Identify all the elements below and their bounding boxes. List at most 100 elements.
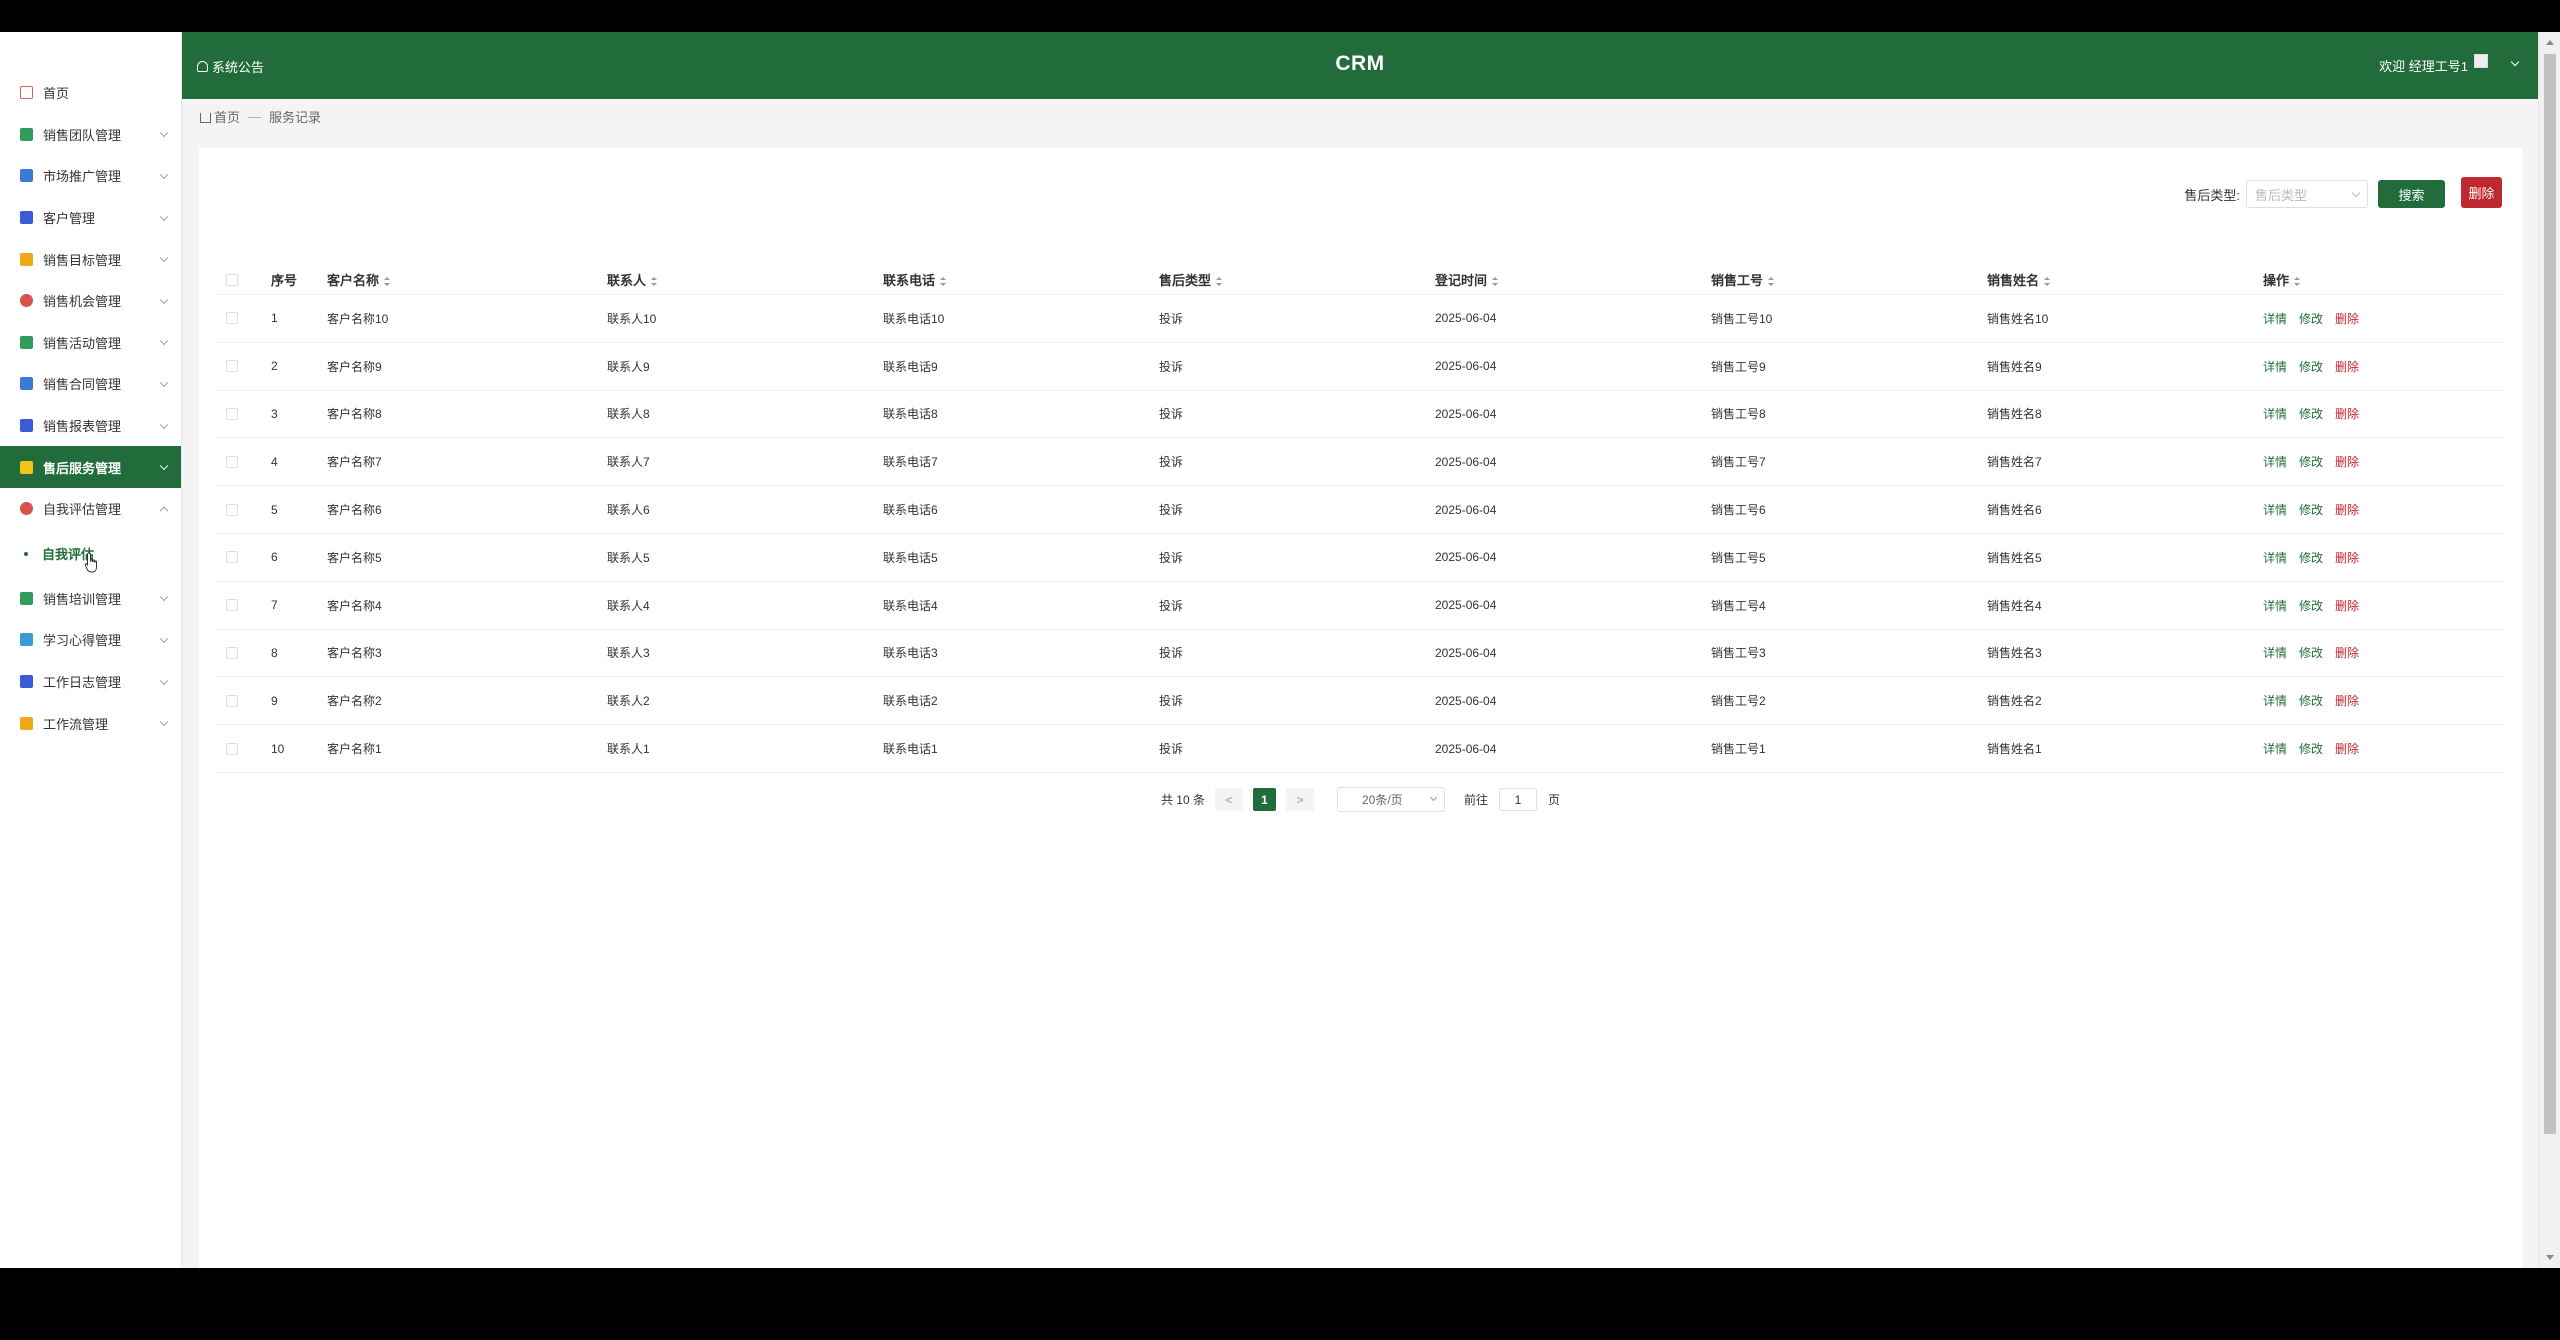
sort-icon[interactable]	[2294, 277, 2301, 286]
sidebar-item-customer[interactable]: 客户管理	[0, 197, 181, 239]
page-size-select[interactable]: 20条/页	[1337, 787, 1445, 812]
sidebar-item-promotion[interactable]: 市场推广管理	[0, 155, 181, 197]
edit-link[interactable]: 修改	[2299, 646, 2323, 660]
select-all-checkbox[interactable]	[226, 273, 238, 286]
chevron-down-icon	[159, 634, 169, 643]
sort-icon[interactable]	[384, 277, 391, 286]
delete-link[interactable]: 删除	[2335, 312, 2359, 326]
contact-phone-cell: 联系电话8	[883, 407, 938, 422]
detail-link[interactable]: 详情	[2263, 455, 2287, 469]
service-type-select[interactable]: 售后类型	[2246, 180, 2368, 208]
detail-link[interactable]: 详情	[2263, 503, 2287, 517]
report-icon	[20, 419, 33, 433]
row-checkbox[interactable]	[226, 503, 238, 516]
actions-cell: 详情 修改 删除	[2263, 453, 2423, 470]
edit-link[interactable]: 修改	[2299, 694, 2323, 708]
edit-link[interactable]: 修改	[2299, 312, 2323, 326]
row-index-cell: 2	[271, 359, 278, 374]
sidebar-item-home[interactable]: 首页	[0, 72, 181, 114]
sidebar-item-after-sales-service[interactable]: 售后服务管理	[0, 446, 181, 488]
column-header[interactable]: 客户名称	[327, 270, 607, 289]
row-checkbox[interactable]	[226, 360, 238, 373]
column-header[interactable]: 销售工号	[1711, 270, 1987, 289]
edit-link[interactable]: 修改	[2299, 455, 2323, 469]
contact-cell: 联系人6	[607, 503, 650, 518]
edit-link[interactable]: 修改	[2299, 360, 2323, 374]
goto-page-input[interactable]	[1499, 788, 1538, 811]
column-header[interactable]: 售后类型	[1159, 270, 1435, 289]
sidebar-item-work-log[interactable]: 工作日志管理	[0, 661, 181, 703]
page-button-current[interactable]: 1	[1253, 788, 1276, 811]
row-checkbox[interactable]	[226, 551, 238, 564]
prev-page-button[interactable]: <	[1215, 788, 1243, 811]
delete-link[interactable]: 删除	[2335, 646, 2359, 660]
sort-icon[interactable]	[651, 277, 658, 286]
detail-link[interactable]: 详情	[2263, 407, 2287, 421]
delete-link[interactable]: 删除	[2335, 360, 2359, 374]
sidebar-item-sales-report[interactable]: 销售报表管理	[0, 405, 181, 447]
page-scrollbar[interactable]	[2538, 32, 2560, 1268]
detail-link[interactable]: 详情	[2263, 551, 2287, 565]
sidebar-item-sales-target[interactable]: 销售目标管理	[0, 238, 181, 280]
sidebar-item-workflow[interactable]: 工作流管理	[0, 702, 181, 744]
column-header[interactable]: 联系人	[607, 270, 883, 289]
column-header[interactable]: 销售姓名	[1987, 270, 2263, 289]
delete-button[interactable]: 删除	[2461, 176, 2502, 208]
edit-link[interactable]: 修改	[2299, 503, 2323, 517]
delete-link[interactable]: 删除	[2335, 742, 2359, 756]
sidebar-item-sales-training[interactable]: 销售培训管理	[0, 578, 181, 620]
user-menu[interactable]: 欢迎 经理工号1	[2379, 53, 2520, 75]
sidebar-item-learning-notes[interactable]: 学习心得管理	[0, 619, 181, 661]
edit-link[interactable]: 修改	[2299, 742, 2323, 756]
edit-link[interactable]: 修改	[2299, 407, 2323, 421]
sidebar-item-sales-activity[interactable]: 销售活动管理	[0, 322, 181, 364]
detail-link[interactable]: 详情	[2263, 312, 2287, 326]
detail-link[interactable]: 详情	[2263, 742, 2287, 756]
delete-link[interactable]: 删除	[2335, 599, 2359, 613]
sidebar-item-self-evaluation[interactable]: 自我评估管理	[0, 488, 181, 530]
sort-icon[interactable]	[1768, 277, 1775, 286]
app-title: CRM	[1335, 52, 1385, 75]
sidebar-item-opportunity[interactable]: 销售机会管理	[0, 280, 181, 322]
row-index-cell: 5	[271, 502, 278, 517]
detail-link[interactable]: 详情	[2263, 599, 2287, 613]
sort-icon[interactable]	[2044, 277, 2051, 286]
breadcrumb-home[interactable]: 首页	[214, 107, 240, 126]
next-page-button[interactable]: >	[1286, 788, 1314, 811]
delete-link[interactable]: 删除	[2335, 455, 2359, 469]
delete-link[interactable]: 删除	[2335, 551, 2359, 565]
column-header[interactable]: 操作	[2263, 270, 2423, 289]
sidebar-item-sales-contract[interactable]: 销售合同管理	[0, 363, 181, 405]
edit-link[interactable]: 修改	[2299, 599, 2323, 613]
sidebar-item-sales-team[interactable]: 销售团队管理	[0, 114, 181, 156]
row-checkbox[interactable]	[226, 599, 238, 612]
column-header[interactable]: 登记时间	[1435, 270, 1711, 289]
row-checkbox[interactable]	[226, 646, 238, 659]
contact-cell: 联系人2	[607, 694, 650, 709]
opportunity-icon	[20, 294, 33, 308]
row-checkbox[interactable]	[226, 312, 238, 325]
detail-link[interactable]: 详情	[2263, 694, 2287, 708]
delete-link[interactable]: 删除	[2335, 694, 2359, 708]
contact-cell: 联系人4	[607, 598, 650, 613]
sort-icon[interactable]	[940, 277, 947, 286]
contact-cell: 联系人7	[607, 455, 650, 470]
row-checkbox[interactable]	[226, 742, 238, 755]
scroll-up-arrow-icon[interactable]	[2546, 40, 2554, 45]
detail-link[interactable]: 详情	[2263, 360, 2287, 374]
sort-icon[interactable]	[1492, 277, 1499, 286]
row-checkbox[interactable]	[226, 694, 238, 707]
detail-link[interactable]: 详情	[2263, 646, 2287, 660]
edit-link[interactable]: 修改	[2299, 551, 2323, 565]
sort-icon[interactable]	[1216, 277, 1223, 286]
search-button[interactable]: 搜索	[2378, 180, 2445, 208]
scroll-down-arrow-icon[interactable]	[2546, 1255, 2554, 1260]
delete-link[interactable]: 删除	[2335, 407, 2359, 421]
row-checkbox[interactable]	[226, 407, 238, 420]
column-header[interactable]: 联系电话	[883, 270, 1159, 289]
scrollbar-thumb[interactable]	[2544, 54, 2556, 1134]
row-checkbox[interactable]	[226, 455, 238, 468]
row-index-cell: 4	[271, 454, 278, 469]
actions-cell: 详情 修改 删除	[2263, 644, 2423, 661]
delete-link[interactable]: 删除	[2335, 503, 2359, 517]
